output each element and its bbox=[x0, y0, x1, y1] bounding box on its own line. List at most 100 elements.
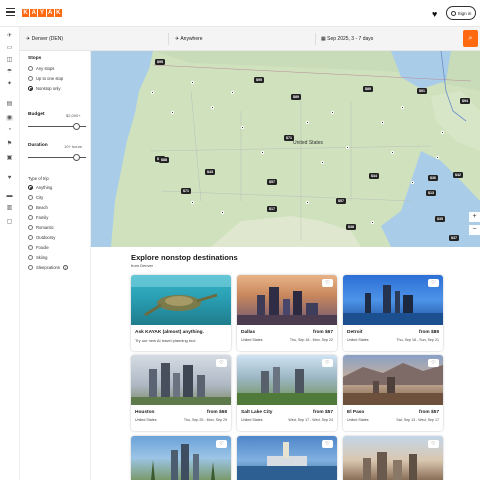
flag-icon[interactable]: ▬ bbox=[6, 193, 13, 199]
map-city-dot[interactable] bbox=[261, 151, 264, 154]
map-price-pin[interactable]: $89 bbox=[363, 86, 373, 92]
menu-icon[interactable] bbox=[6, 8, 15, 17]
map-city-dot[interactable] bbox=[371, 221, 374, 224]
map-city-dot[interactable] bbox=[346, 146, 349, 149]
info-icon[interactable]: i bbox=[62, 265, 68, 270]
map-city-dot[interactable] bbox=[381, 121, 384, 124]
destination-card[interactable]: ♡ bbox=[131, 436, 231, 480]
map-price-pin[interactable]: $95 bbox=[155, 59, 165, 65]
destination-card[interactable]: ♡ bbox=[237, 436, 337, 480]
destination-card[interactable]: ♡ Detroit from $88 United States Thu, Sep … bbox=[343, 275, 443, 351]
explore-icon[interactable]: ◉ bbox=[6, 115, 13, 121]
map-price-pin[interactable]: $44 bbox=[369, 173, 379, 179]
favorite-heart-icon[interactable]: ♡ bbox=[322, 279, 333, 287]
trip-option[interactable]: Anything bbox=[28, 185, 52, 190]
map-city-dot[interactable] bbox=[331, 111, 334, 114]
map-price-pin[interactable]: $42 bbox=[453, 172, 463, 178]
destination-card[interactable]: ♡ bbox=[343, 436, 443, 480]
map-city-dot[interactable] bbox=[191, 81, 194, 84]
map-price-pin[interactable]: $88 bbox=[159, 157, 169, 163]
map-city-dot[interactable] bbox=[241, 126, 244, 129]
map-city-dot[interactable] bbox=[401, 106, 404, 109]
zoom-in-button[interactable]: + bbox=[469, 212, 480, 222]
favorite-heart-icon[interactable]: ♡ bbox=[428, 279, 439, 287]
map-price-pin[interactable]: $91 bbox=[417, 88, 427, 94]
trip-option[interactable]: Foodie bbox=[28, 245, 49, 250]
destination-field[interactable]: ✈ Anywhere bbox=[175, 32, 203, 46]
map-city-dot[interactable] bbox=[436, 156, 439, 159]
map-price-pin[interactable]: $57 bbox=[336, 198, 346, 204]
feedback-icon[interactable]: ▢ bbox=[6, 219, 13, 225]
map-price-pin[interactable]: $36 bbox=[428, 175, 438, 181]
map-price-pin[interactable]: $43 bbox=[205, 169, 215, 175]
trip-option[interactable]: Sleepcations i bbox=[28, 265, 68, 270]
favorite-heart-icon[interactable]: ♡ bbox=[428, 359, 439, 367]
flights-icon[interactable]: ✈ bbox=[6, 33, 13, 39]
trip-option[interactable]: Romantic bbox=[28, 225, 54, 230]
map-price-pin[interactable]: $71 bbox=[181, 188, 191, 194]
favorites-heart-icon[interactable]: ♥ bbox=[6, 175, 13, 181]
destination-card[interactable]: ♡ Dallas from $67 United States Thu, Sep 1… bbox=[237, 275, 337, 351]
stops-nonstop-option[interactable]: Nonstop only bbox=[28, 86, 60, 91]
option-label: Anything bbox=[36, 185, 53, 190]
cars-icon[interactable]: ◫ bbox=[6, 57, 13, 63]
duration-slider-handle[interactable] bbox=[73, 154, 80, 161]
map-city-dot[interactable] bbox=[306, 201, 309, 204]
map-price-pin[interactable]: $57 bbox=[267, 179, 277, 185]
map-price-pin[interactable]: $71 bbox=[284, 135, 294, 141]
map-price-pin[interactable]: $35 bbox=[435, 216, 445, 222]
stays-icon[interactable]: ▭ bbox=[6, 45, 13, 51]
origin-field[interactable]: ✈ Denver (DEN) bbox=[26, 32, 63, 46]
card-price: from $57 bbox=[313, 410, 333, 415]
map-price-pin[interactable]: $17 bbox=[267, 206, 277, 212]
favorite-heart-icon[interactable]: ♡ bbox=[428, 440, 439, 448]
destination-card[interactable]: ♡ El Paso from $57 United States Sat, Sep … bbox=[343, 355, 443, 431]
trip-option[interactable]: Skiing bbox=[28, 255, 47, 260]
map-price-pin[interactable]: $38 bbox=[346, 224, 356, 230]
packages-icon[interactable]: ☂ bbox=[6, 69, 13, 75]
map-price-pin[interactable]: $94 bbox=[460, 98, 470, 104]
dates-field[interactable]: ▦ Sep 2025, 3 - 7 days bbox=[321, 32, 373, 46]
destinations-map[interactable]: United States $95 $95 $89 $89 $91 $94 $7… bbox=[91, 51, 480, 247]
ai-promo-card[interactable]: Ask KAYAK (almost) anything. Try our new… bbox=[131, 275, 231, 351]
stops-one-option[interactable]: Up to one stop bbox=[28, 76, 63, 81]
map-city-dot[interactable] bbox=[441, 131, 444, 134]
trip-option[interactable]: Beach bbox=[28, 205, 48, 210]
map-price-pin[interactable]: $13 bbox=[426, 190, 436, 196]
sign-in-button[interactable]: Sign in bbox=[446, 6, 476, 20]
hacker-fares-icon[interactable]: ⚑ bbox=[6, 141, 13, 147]
business-icon[interactable]: ▣ bbox=[6, 155, 13, 161]
map-city-dot[interactable] bbox=[321, 161, 324, 164]
map-city-dot[interactable] bbox=[391, 151, 394, 154]
saved-trips-heart-icon[interactable]: ♥ bbox=[432, 9, 437, 19]
trip-option[interactable]: Outdoorsy bbox=[28, 235, 55, 240]
stops-any-option[interactable]: Any stops bbox=[28, 66, 54, 71]
destination-card[interactable]: ♡ Salt Lake City from $57 United States We… bbox=[237, 355, 337, 431]
map-city-dot[interactable] bbox=[171, 111, 174, 114]
ai-mode-icon[interactable]: ✦ bbox=[6, 81, 13, 87]
map-city-dot[interactable] bbox=[191, 201, 194, 204]
favorite-heart-icon[interactable]: ♡ bbox=[322, 440, 333, 448]
favorite-heart-icon[interactable]: ♡ bbox=[216, 359, 227, 367]
map-price-pin[interactable]: $95 bbox=[254, 77, 264, 83]
map-city-dot[interactable] bbox=[306, 121, 309, 124]
zoom-out-button[interactable]: − bbox=[469, 225, 480, 235]
trip-option[interactable]: Family bbox=[28, 215, 48, 220]
map-city-dot[interactable] bbox=[411, 181, 414, 184]
kayak-logo[interactable]: K A Y A K bbox=[22, 9, 62, 17]
currency-icon[interactable]: ▥ bbox=[6, 205, 13, 211]
map-price-pin[interactable]: $89 bbox=[291, 94, 301, 100]
map-city-dot[interactable] bbox=[211, 106, 214, 109]
map-city-dot[interactable] bbox=[221, 211, 224, 214]
search-button[interactable]: ⌕ bbox=[463, 30, 478, 47]
map-price-pin[interactable]: $37 bbox=[449, 235, 459, 241]
favorite-heart-icon[interactable]: ♡ bbox=[216, 440, 227, 448]
map-city-dot[interactable] bbox=[231, 91, 234, 94]
trip-option[interactable]: City bbox=[28, 195, 43, 200]
favorite-heart-icon[interactable]: ♡ bbox=[322, 359, 333, 367]
destination-card[interactable]: ♡ Houston from $68 United States Thu, Sep … bbox=[131, 355, 231, 431]
budget-slider-handle[interactable] bbox=[73, 123, 80, 130]
deals-icon[interactable]: ◔ bbox=[6, 127, 13, 133]
map-city-dot[interactable] bbox=[151, 91, 154, 94]
trips-icon[interactable]: ▤ bbox=[6, 101, 13, 107]
